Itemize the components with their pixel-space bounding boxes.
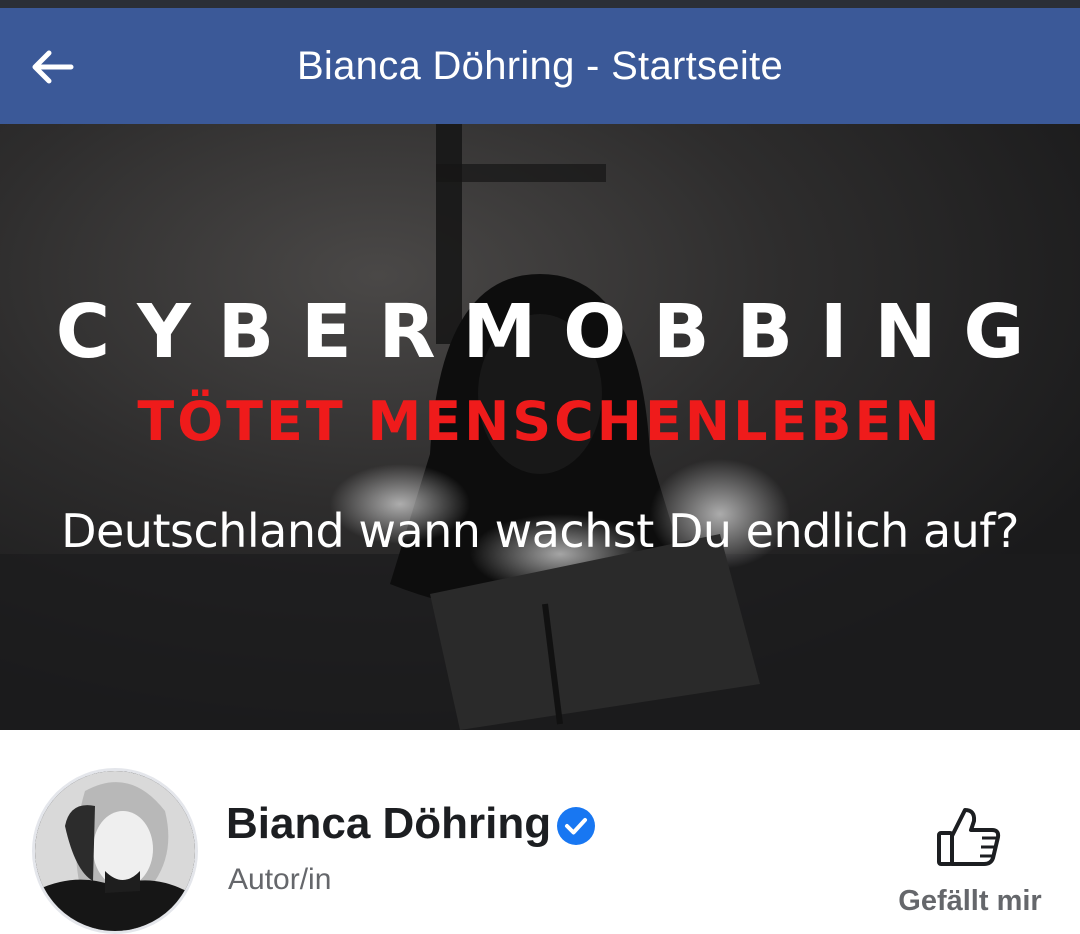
like-page-button[interactable]: Gefällt mir: [880, 800, 1060, 930]
app-bar: Bianca Döhring - Startseite: [0, 8, 1080, 124]
cover-question: Deutschland wann wachst Du endlich auf?: [61, 504, 1019, 558]
page-title: Bianca Döhring - Startseite: [296, 44, 784, 88]
status-bar: [0, 0, 1080, 8]
thumbs-up-icon: [937, 808, 1001, 866]
page-name: Bianca Döhring: [226, 799, 552, 848]
like-button-label: Gefällt mir: [898, 885, 1042, 917]
cover-subheadline: TÖTET MENSCHENLEBEN: [137, 390, 943, 453]
avatar[interactable]: [32, 768, 198, 934]
profile-header: Bianca Döhring Autor/in Gefällt mir: [0, 730, 1080, 934]
cover-photo[interactable]: CYBERMOBBING TÖTET MENSCHENLEBEN Deutsch…: [0, 124, 1080, 730]
page-category: Autor/in: [228, 863, 332, 896]
verified-badge-icon: [557, 807, 595, 845]
avatar-photo: [35, 771, 195, 931]
cover-headline: CYBERMOBBING: [55, 289, 1052, 375]
